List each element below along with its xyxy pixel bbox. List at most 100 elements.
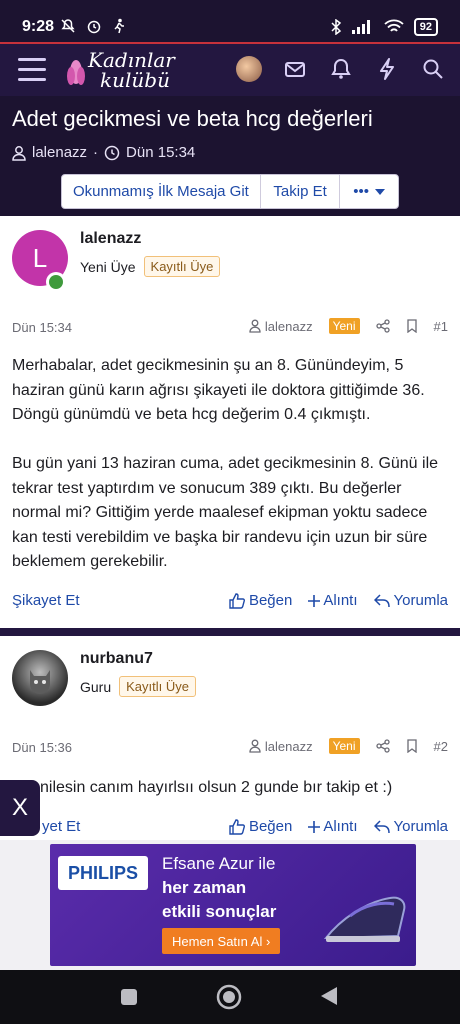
- meta-separator: ·: [93, 144, 99, 161]
- like-button[interactable]: Beğen: [229, 818, 292, 835]
- quote-button[interactable]: Alıntı: [308, 592, 358, 609]
- wifi-icon: [384, 19, 404, 32]
- unread-first-button[interactable]: Okunmamış İlk Mesaja Git: [62, 175, 261, 208]
- user-icon: [249, 319, 261, 333]
- reply-label: Yorumla: [393, 818, 448, 835]
- bolt-icon[interactable]: [374, 56, 400, 82]
- user-title: Guru: [80, 678, 112, 695]
- post-paragraph: Bu gün yani 13 haziran cuma, adet gecikm…: [12, 455, 439, 570]
- new-badge: Yeni: [328, 318, 360, 334]
- post-author-block: L lalenazz Yeni Üye Kayıtlı Üye: [0, 216, 460, 300]
- steam-iron-icon: [323, 896, 406, 942]
- user-icon: [249, 739, 261, 753]
- thread-button-group: Okunmamış İlk Mesaja Git Takip Et •••: [61, 174, 399, 209]
- post-author-name: lalenazz: [264, 738, 313, 754]
- member-badge: Kayıtlı Üye: [143, 256, 221, 277]
- bluetooth-icon: [331, 19, 341, 35]
- search-icon[interactable]: [420, 56, 446, 82]
- plus-icon: [308, 820, 321, 833]
- share-icon[interactable]: [375, 319, 390, 333]
- new-badge: Yeni: [328, 738, 360, 754]
- post-number[interactable]: #1: [434, 319, 448, 334]
- home-icon[interactable]: [216, 984, 242, 1010]
- like-button[interactable]: Beğen: [229, 592, 292, 609]
- post-author-block: nurbanu7 Guru Kayıtlı Üye: [0, 636, 460, 720]
- thumbs-up-icon: [229, 818, 245, 835]
- thumbs-up-icon: [229, 592, 245, 609]
- member-badge: Kayıtlı Üye: [119, 676, 196, 697]
- reply-button[interactable]: Yorumla: [373, 592, 448, 609]
- post-author-name: lalenazz: [264, 318, 313, 334]
- post-actions: Şikayet Et Beğen Alıntı Yorumla: [0, 592, 460, 616]
- ad-headline: Efsane Azur ile her zaman etkili sonuçla…: [162, 852, 322, 924]
- site-logo[interactable]: Kadınlar kulübü: [64, 48, 182, 92]
- ad-line-2: her zaman: [162, 878, 247, 897]
- walking-icon: [114, 18, 124, 34]
- post-date[interactable]: Dün 15:34: [12, 320, 72, 335]
- status-time: 9:28: [22, 18, 55, 35]
- bookmark-icon[interactable]: [406, 739, 418, 753]
- share-icon[interactable]: [375, 739, 390, 753]
- post-tools: lalenazz Yeni #2: [249, 738, 448, 754]
- user-icon: [12, 145, 26, 161]
- lotus-logo-icon: [67, 60, 85, 85]
- post-date[interactable]: Dün 15:36: [12, 740, 72, 755]
- more-dots: •••: [353, 183, 370, 200]
- back-icon[interactable]: [320, 986, 338, 1006]
- mail-icon[interactable]: [282, 56, 308, 82]
- more-button[interactable]: •••: [340, 175, 398, 208]
- clock-icon: [104, 145, 120, 160]
- ad-brand-logo: PHILIPS: [58, 856, 148, 890]
- reply-icon: [373, 819, 390, 833]
- alarm-clock-icon: [87, 20, 101, 34]
- status-left-icons: [60, 18, 126, 34]
- post-paragraph: nilesin canım hayırlsıı olsun 2 gunde bı…: [40, 779, 393, 796]
- post-tools: lalenazz Yeni #1: [249, 318, 448, 334]
- ad-close-button[interactable]: X: [0, 780, 40, 836]
- post-divider: [0, 628, 460, 636]
- follow-button[interactable]: Takip Et: [261, 175, 341, 208]
- status-right-icons: 92: [330, 18, 438, 36]
- post-username[interactable]: lalenazz: [80, 230, 141, 248]
- ad-banner[interactable]: PHILIPS Efsane Azur ile her zaman etkili…: [0, 840, 460, 970]
- ad-line-3: etkili sonuçlar: [162, 902, 277, 921]
- cat-photo-icon: [30, 670, 50, 694]
- ad-creative[interactable]: PHILIPS Efsane Azur ile her zaman etkili…: [50, 844, 416, 966]
- post-1: L lalenazz Yeni Üye Kayıtlı Üye Dün 15:3…: [0, 216, 460, 628]
- quote-button[interactable]: Alıntı: [308, 818, 358, 835]
- thread-title: Adet gecikmesi ve beta hcg değerleri: [12, 106, 373, 131]
- post-actions: yet Et Beğen Alıntı Yorumla: [0, 818, 460, 842]
- thread-author[interactable]: lalenazz: [32, 144, 87, 161]
- user-title: Yeni Üye: [80, 258, 136, 275]
- quote-label: Alıntı: [323, 592, 358, 609]
- post-avatar-cat[interactable]: [12, 650, 68, 706]
- top-navbar: Kadınlar kulübü: [0, 44, 460, 96]
- ad-cta-button[interactable]: Hemen Satın Al ›: [162, 928, 281, 954]
- post-number[interactable]: #2: [434, 739, 448, 754]
- quote-label: Alıntı: [323, 818, 358, 835]
- plus-icon: [308, 594, 321, 607]
- system-navbar: [0, 970, 460, 1024]
- user-avatar[interactable]: [236, 56, 262, 82]
- post-body: Dün 15:36 lalenazz Yeni #2 nilesin canım…: [0, 720, 460, 840]
- menu-icon[interactable]: [18, 58, 46, 82]
- post-user-role: Yeni Üye Kayıtlı Üye: [80, 256, 221, 277]
- thread-date[interactable]: Dün 15:34: [126, 144, 195, 161]
- post-body: Dün 15:34 lalenazz Yeni #1 Merhabalar, a…: [0, 300, 460, 628]
- recent-apps-icon[interactable]: [120, 988, 138, 1006]
- report-link[interactable]: yet Et: [42, 818, 80, 835]
- post-author-ref: lalenazz: [249, 319, 313, 334]
- bell-icon[interactable]: [328, 56, 354, 82]
- thread-header: Adet gecikmesi ve beta hcg değerleri lal…: [0, 96, 460, 216]
- logo-text-line2: kulübü: [100, 68, 170, 92]
- online-status-icon: [46, 272, 66, 292]
- status-bar: 9:28 92: [0, 0, 460, 44]
- ad-line-1: Efsane Azur ile: [162, 854, 276, 873]
- post-2: nurbanu7 Guru Kayıtlı Üye Dün 15:36 lale…: [0, 636, 460, 840]
- bookmark-icon[interactable]: [406, 319, 418, 333]
- post-username[interactable]: nurbanu7: [80, 650, 153, 668]
- battery-indicator: 92: [413, 18, 438, 36]
- caret-down-icon: [375, 188, 386, 195]
- report-link[interactable]: Şikayet Et: [12, 592, 80, 609]
- reply-button[interactable]: Yorumla: [373, 818, 448, 835]
